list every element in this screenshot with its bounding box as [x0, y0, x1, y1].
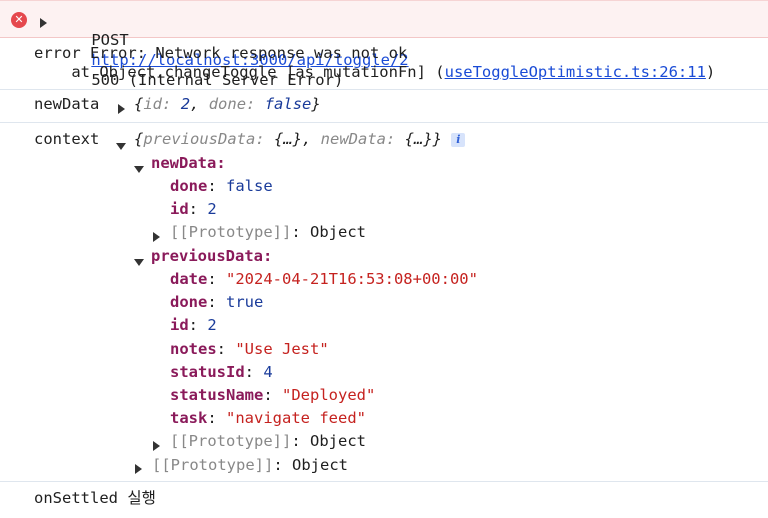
- expand-arrow-icon[interactable]: [135, 459, 142, 477]
- log-separator: [0, 481, 768, 482]
- newdata-node[interactable]: newData:: [151, 153, 226, 173]
- settled-log: onSettled 실행: [34, 489, 156, 507]
- log-separator: [0, 122, 768, 123]
- prop-id: id: 2: [170, 316, 217, 334]
- network-error-row: ✕ POST http://localhost:3000/api/toggle/…: [0, 0, 768, 89]
- prop-statusid: statusId: 4: [170, 363, 273, 381]
- source-link[interactable]: useToggleOptimistic.ts:26:11: [445, 63, 706, 81]
- newdata-preview[interactable]: {id: 2, done: false}: [134, 94, 321, 114]
- prop-date: date: "2024-04-21T16:53:08+00:00": [170, 270, 478, 288]
- prototype-node[interactable]: [[Prototype]]: Object: [152, 455, 348, 475]
- prop-notes: notes: "Use Jest": [170, 340, 329, 358]
- error-x-icon: ✕: [11, 12, 27, 28]
- prototype-node[interactable]: [[Prototype]]: Object: [170, 222, 366, 242]
- collapse-arrow-icon[interactable]: [134, 160, 144, 178]
- log-separator: [0, 89, 768, 90]
- prop-done: done: false: [170, 177, 273, 195]
- collapse-arrow-icon[interactable]: [134, 253, 144, 271]
- context-preview[interactable]: {previousData: {…}, newData: {…}} i: [134, 129, 466, 149]
- prop-statusname: statusName: "Deployed": [170, 386, 376, 404]
- newdata-label: newData: [34, 95, 100, 113]
- prototype-node[interactable]: [[Prototype]]: Object: [170, 431, 366, 451]
- previousdata-node[interactable]: previousData:: [151, 246, 272, 266]
- expand-arrow-icon[interactable]: [40, 13, 47, 31]
- prop-id: id: 2: [170, 200, 217, 218]
- error-stack-line: at Object.changeToggle [as mutationFn] (…: [34, 63, 716, 81]
- error-message-line: error Error: Network response was not ok: [34, 44, 408, 62]
- prop-done: done: true: [170, 293, 264, 311]
- info-icon[interactable]: i: [451, 132, 466, 147]
- expand-arrow-icon[interactable]: [153, 227, 160, 245]
- context-label: context: [34, 130, 100, 148]
- expand-arrow-icon[interactable]: [153, 436, 160, 454]
- collapse-arrow-icon[interactable]: [116, 137, 126, 155]
- prop-task: task: "navigate feed": [170, 409, 366, 427]
- expand-arrow-icon[interactable]: [118, 99, 125, 117]
